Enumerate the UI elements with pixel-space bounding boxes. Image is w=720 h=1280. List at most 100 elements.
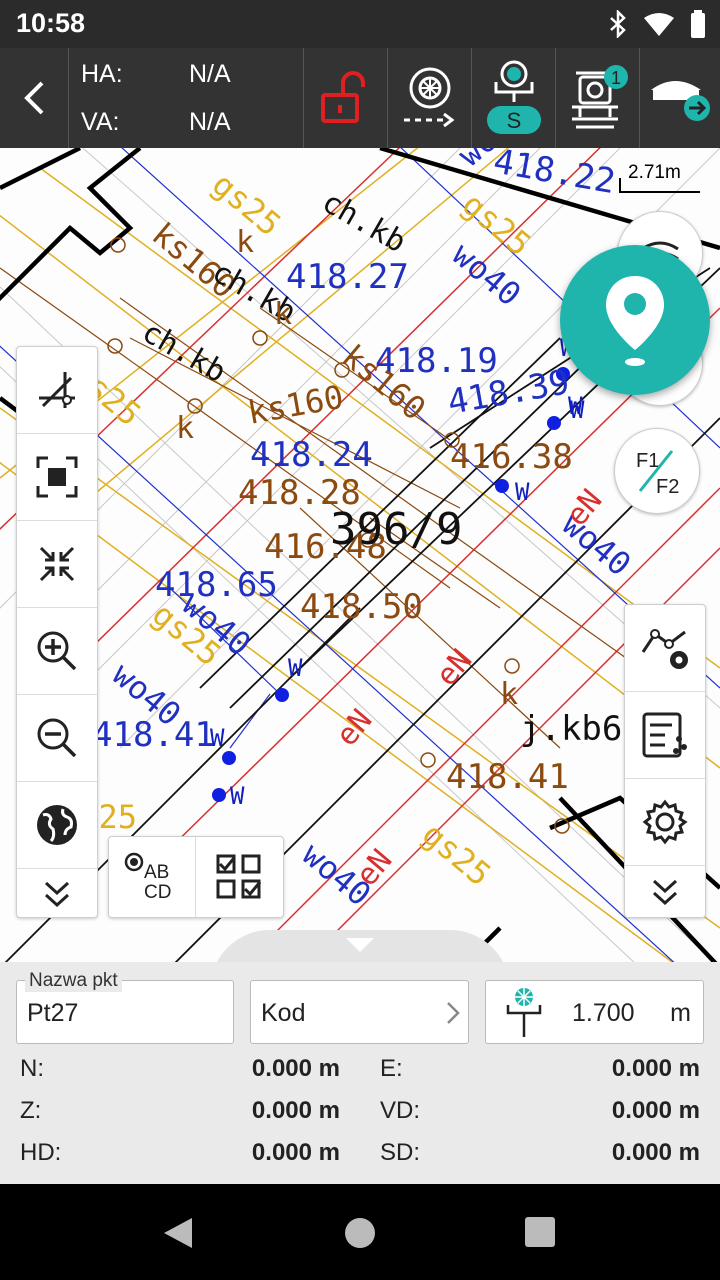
draw-tool-button[interactable] (17, 347, 97, 434)
f1-f2-toggle-button[interactable]: F1 F2 (614, 428, 700, 514)
prism-pole-icon: S (486, 60, 541, 134)
label-elevation: 418.24 (250, 435, 373, 475)
target-height-value: 1.700 (572, 999, 635, 1027)
target-height-unit: m (670, 999, 691, 1027)
checklist-grid-icon (216, 854, 262, 899)
zoom-out-icon (37, 718, 77, 758)
zoom-in-icon (37, 631, 77, 671)
zoom-in-button[interactable] (17, 608, 97, 695)
label-tools-panel: AB CD (108, 836, 284, 918)
stakeout-button[interactable] (388, 48, 472, 148)
label-w: W (230, 782, 245, 810)
ab-label: AB (144, 862, 169, 883)
zoom-out-button[interactable] (17, 695, 97, 782)
chevron-left-icon (24, 81, 44, 115)
expand-left-toolbar-button[interactable] (17, 869, 97, 919)
point-label-icon: AB CD (124, 852, 171, 902)
scale-label: 2.71m (628, 162, 681, 183)
collapse-arrows-icon (39, 546, 75, 582)
double-chevron-down-icon (44, 881, 70, 908)
label-elevation: 418.27 (286, 257, 409, 297)
instrument-count-badge: 1 (610, 68, 620, 88)
unlock-icon (320, 71, 365, 123)
nav-home-icon[interactable] (344, 1217, 376, 1249)
lock-button[interactable] (304, 48, 388, 148)
va-value: N/A (189, 108, 231, 136)
line-settings-button[interactable] (625, 605, 705, 692)
caret-down-icon (346, 938, 374, 952)
coord-value: 0.000 m (251, 1139, 340, 1166)
polyline-gear-icon (641, 629, 688, 669)
label-elevation: 418.50 (300, 587, 423, 627)
coord-value: 0.000 m (251, 1097, 340, 1124)
list-dots-icon (642, 712, 687, 758)
label-k: k (274, 297, 292, 332)
prism-height-icon (506, 988, 542, 1037)
instrument-button[interactable]: 1 (556, 48, 640, 148)
ha-label: HA: (81, 60, 123, 88)
coord-label: HD: (20, 1139, 62, 1166)
gear-icon (642, 799, 688, 845)
top-toolbar: HA: N/A VA: N/A S 1 (0, 48, 720, 148)
nav-recents-icon[interactable] (525, 1217, 555, 1247)
prism-target-arrow-icon (403, 67, 454, 128)
label-w: W (515, 478, 530, 506)
zoom-center-button[interactable] (17, 521, 97, 608)
coord-value: 0.000 m (251, 1055, 340, 1082)
left-map-toolbar (16, 346, 98, 918)
label-w: W (570, 396, 585, 424)
nav-back-icon[interactable] (162, 1216, 194, 1250)
basemap-button[interactable] (17, 782, 97, 869)
status-icons (608, 10, 706, 38)
point-list-button[interactable] (625, 692, 705, 779)
map-pin-icon (606, 276, 664, 366)
f2-label: F2 (656, 476, 679, 498)
f1-f2-icon: F1 F2 (636, 450, 679, 498)
f1-label: F1 (636, 450, 659, 472)
ha-value: N/A (189, 60, 231, 88)
point-name-field[interactable]: Nazwa pkt Pt27 (16, 970, 234, 1044)
measure-point-fab[interactable] (560, 245, 710, 395)
right-map-toolbar (624, 604, 706, 918)
label-power: eN (429, 643, 479, 693)
system-nav-bar (0, 1184, 720, 1280)
label-w: W (288, 654, 303, 682)
cd-label: CD (144, 882, 171, 902)
code-field[interactable]: Kod (250, 980, 469, 1044)
coord-label: VD: (380, 1097, 421, 1124)
receiver-connect-icon (651, 81, 710, 121)
target-type-badge: S (506, 108, 521, 133)
battery-icon (691, 10, 705, 38)
coord-label: E: (380, 1055, 403, 1082)
double-chevron-down-icon (652, 879, 678, 906)
coord-value: 0.000 m (611, 1097, 700, 1124)
point-name-value: Pt27 (27, 999, 79, 1027)
map-settings-button[interactable] (625, 779, 705, 866)
target-button[interactable]: S (472, 48, 556, 148)
fit-screen-icon (36, 456, 78, 498)
connect-button[interactable] (640, 48, 720, 148)
coord-label: N: (20, 1055, 44, 1082)
chevron-right-icon (447, 1002, 460, 1024)
globe-icon (37, 805, 77, 845)
label-sewer: ch.kb (316, 185, 412, 260)
label-parcel: 396/9 (330, 504, 462, 555)
angle-readout: HA: N/A VA: N/A (68, 48, 304, 148)
expand-right-toolbar-button[interactable] (625, 866, 705, 918)
target-height-field[interactable]: 1.700 m (485, 980, 704, 1044)
label-sewer: ch.kb (136, 315, 232, 390)
label-elevation: 418.41 (446, 757, 569, 797)
label-k: k (500, 677, 518, 712)
code-placeholder: Kod (261, 999, 306, 1027)
label-elevation: 416.38 (450, 437, 573, 477)
label-k: k (176, 411, 194, 446)
zoom-extent-button[interactable] (17, 434, 97, 521)
select-points-button[interactable] (196, 837, 282, 917)
label-w: W (210, 724, 225, 752)
point-label-button[interactable]: AB CD (109, 837, 196, 917)
total-station-icon: 1 (571, 65, 628, 129)
coord-value: 0.000 m (611, 1055, 700, 1082)
bluetooth-icon (610, 10, 626, 38)
back-button[interactable] (0, 48, 68, 148)
status-bar: 10:58 (0, 0, 720, 48)
